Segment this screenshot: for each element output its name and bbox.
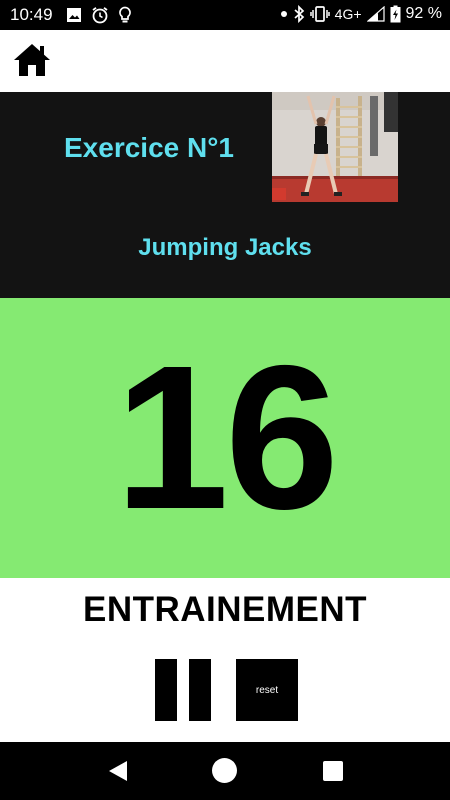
back-icon[interactable] xyxy=(106,759,130,788)
home-icon xyxy=(12,44,52,82)
rep-counter: 16 xyxy=(114,323,339,552)
exercise-name-text: Jumping Jacks xyxy=(138,234,312,261)
status-right: 4G+ 92 % xyxy=(280,5,442,23)
vibrate-icon xyxy=(309,6,330,22)
exercise-thumbnail xyxy=(272,92,398,202)
dot-icon xyxy=(280,10,288,18)
home-circle-icon[interactable] xyxy=(212,758,237,783)
pause-button[interactable] xyxy=(155,659,211,721)
navigation-bar xyxy=(0,742,450,800)
status-bar: 10:49 4G+ 92 % xyxy=(0,0,450,30)
pause-bar-right xyxy=(189,659,211,721)
exercise-number: Exercice N°1 xyxy=(64,132,234,163)
battery-charging-icon xyxy=(390,5,401,23)
mode-label: ENTRAINEMENT xyxy=(82,590,368,629)
image-icon xyxy=(66,7,82,23)
network-type: 4G+ xyxy=(334,6,362,22)
battery-percent: 92 % xyxy=(405,5,442,22)
signal-icon xyxy=(366,6,385,22)
lightbulb-icon xyxy=(118,6,132,24)
status-time: 10:49 xyxy=(10,5,53,24)
app-bar xyxy=(0,30,450,92)
reset-label: reset xyxy=(255,684,279,696)
bluetooth-icon xyxy=(293,5,305,23)
recents-icon[interactable] xyxy=(323,761,343,781)
counter-panel: 16 xyxy=(0,298,450,578)
pause-bar-left xyxy=(155,659,177,721)
exercise-name: Jumping Jacks xyxy=(0,234,450,262)
status-left-icons xyxy=(66,6,132,24)
reset-button[interactable]: reset xyxy=(236,659,298,721)
exercise-panel: Exercice N°1 Jumping Jacks xyxy=(0,92,450,298)
alarm-icon xyxy=(91,6,109,24)
home-button[interactable] xyxy=(12,42,52,78)
